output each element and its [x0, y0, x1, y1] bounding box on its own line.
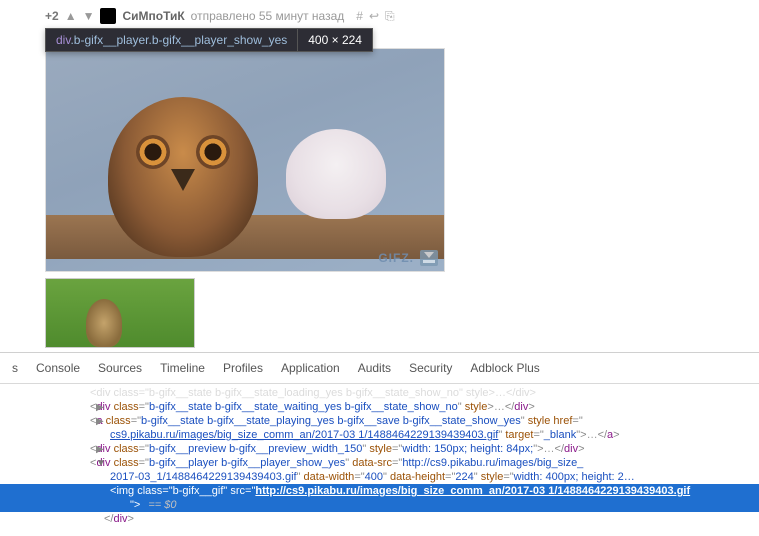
tree-node-playing-link-href[interactable]: cs9.pikabu.ru/images/big_size_comm_an/20…: [0, 428, 759, 442]
tree-node-player-cont[interactable]: 2017-03_1/1488464229139439403.gif" data-…: [0, 470, 759, 484]
tooltip-dimensions: 400 × 224: [297, 29, 372, 51]
vote-score: +2: [45, 9, 59, 23]
tab-application[interactable]: Application: [279, 359, 342, 377]
username-link[interactable]: СиМпоТиК: [122, 9, 184, 23]
tab-audits[interactable]: Audits: [356, 359, 393, 377]
tree-node-close-div[interactable]: </div>: [0, 512, 759, 526]
tree-line-cut[interactable]: <div class="b-gifx__state b-gifx__state_…: [0, 386, 759, 400]
tab-security[interactable]: Security: [407, 359, 454, 377]
tooltip-class1: .b-gifx__player: [70, 33, 148, 47]
tree-node-preview[interactable]: ▶ <div class="b-gifx__preview b-gifx__pr…: [0, 442, 759, 456]
tab-elements-trunc[interactable]: s: [10, 359, 20, 377]
gif-player[interactable]: GIFZ.: [45, 48, 445, 272]
tree-node-player[interactable]: ▼ <div class="b-gifx__player b-gifx__pla…: [0, 456, 759, 470]
tree-node-img-selected[interactable]: <img class="b-gifx__gif" src="http://cs9…: [0, 484, 759, 498]
tab-console[interactable]: Console: [34, 359, 82, 377]
reply-icon[interactable]: ↩: [369, 9, 379, 24]
post-header: +2 ▲ ▼ СиМпоТиК отправлено 55 минут наза…: [45, 8, 759, 24]
posted-time: отправлено 55 минут назад: [191, 9, 345, 23]
elements-tree[interactable]: <div class="b-gifx__state b-gifx__state_…: [0, 384, 759, 536]
element-inspector-tooltip: div.b-gifx__player.b-gifx__player_show_y…: [45, 28, 373, 52]
tooltip-class2: .b-gifx__player_show_yes: [149, 33, 288, 47]
tab-profiles[interactable]: Profiles: [221, 359, 265, 377]
cat-image: [286, 129, 386, 219]
tree-node-playing-link[interactable]: ▶ <a class="b-gifx__state b-gifx__state_…: [0, 414, 759, 428]
devtools-panel: s Console Sources Timeline Profiles Appl…: [0, 352, 759, 536]
tooltip-tag: div: [56, 33, 70, 47]
gif-watermark: GIFZ.: [378, 251, 414, 265]
download-icon[interactable]: [420, 250, 438, 266]
page-content: +2 ▲ ▼ СиМпоТиК отправлено 55 минут наза…: [0, 0, 759, 348]
link-icon[interactable]: ⎘: [385, 9, 395, 24]
tree-node-img-selected-2[interactable]: ">== $0: [0, 498, 759, 512]
tree-node-waiting[interactable]: ▶ <div class="b-gifx__state b-gifx__stat…: [0, 400, 759, 414]
gif-thumbnail[interactable]: [45, 278, 195, 348]
devtools-tabs: s Console Sources Timeline Profiles Appl…: [0, 353, 759, 384]
tab-adblock[interactable]: Adblock Plus: [468, 359, 541, 377]
owl-image: [108, 97, 258, 257]
upvote-icon[interactable]: ▲: [65, 9, 77, 23]
tab-sources[interactable]: Sources: [96, 359, 144, 377]
downvote-icon[interactable]: ▼: [83, 9, 95, 23]
tab-timeline[interactable]: Timeline: [158, 359, 207, 377]
avatar[interactable]: [100, 8, 116, 24]
hash-icon[interactable]: #: [356, 9, 363, 24]
